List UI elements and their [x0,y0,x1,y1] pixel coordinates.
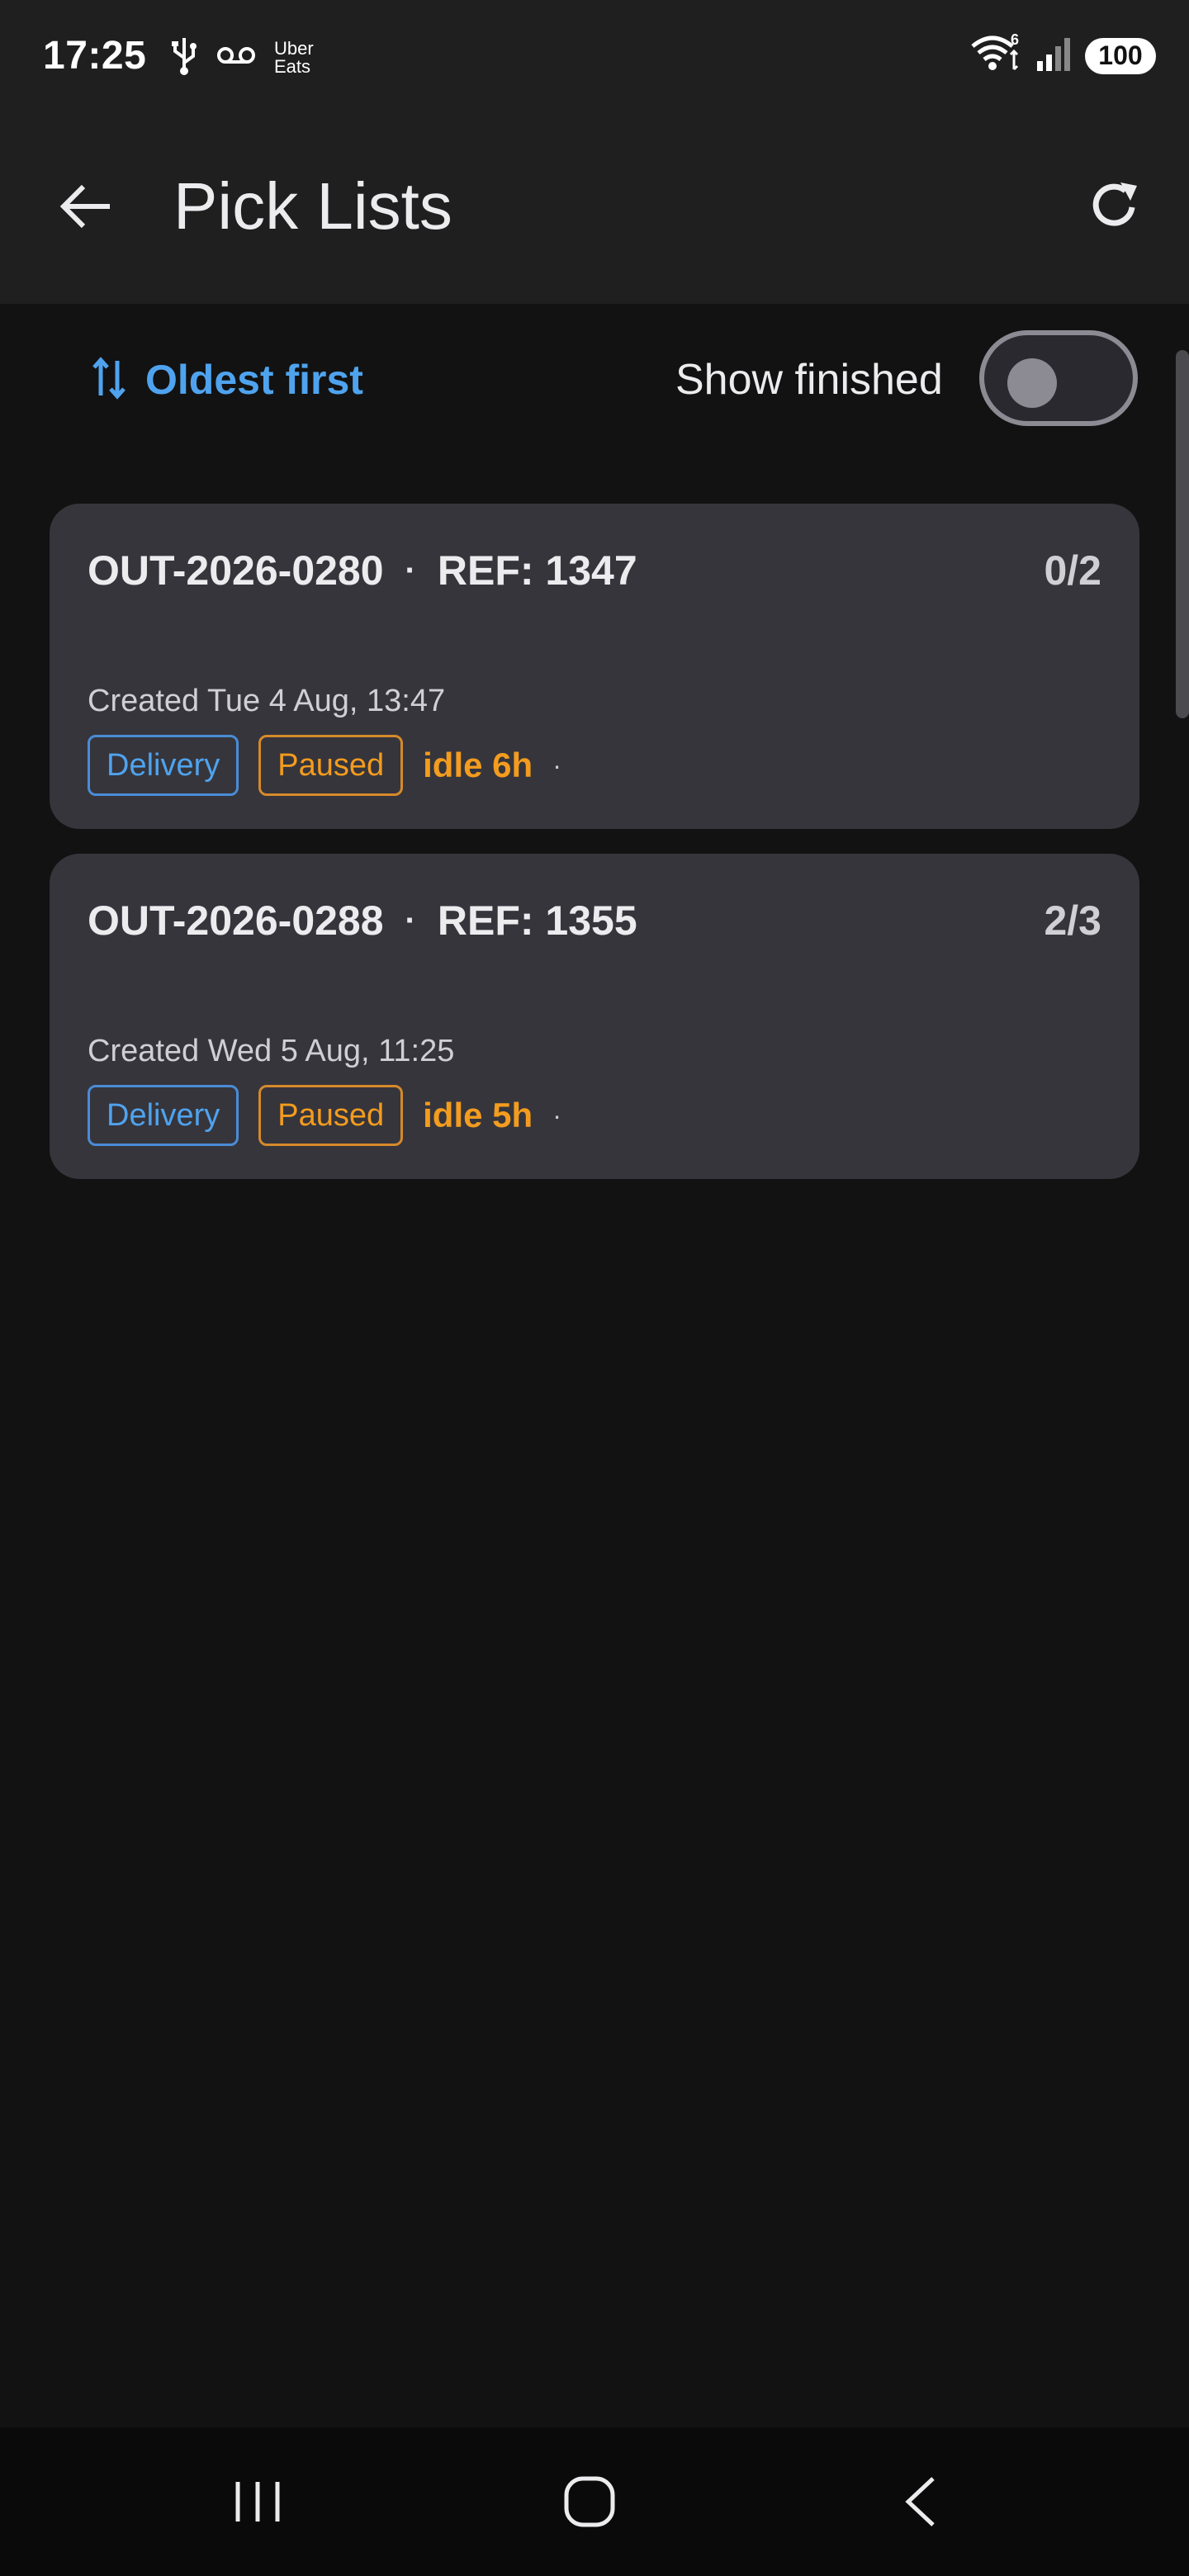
pick-list-card[interactable]: OUT-2026-0288 · REF: 1355 2/3 Created We… [50,854,1139,1179]
delivery-tag: Delivery [88,1085,239,1146]
refresh-button[interactable] [1073,167,1156,249]
idle-duration: idle 5h [423,1096,533,1134]
order-id: OUT-2026-0280 [88,547,384,594]
show-finished-toggle[interactable] [979,330,1138,426]
card-tags: Delivery Paused idle 5h · [88,1085,561,1146]
sort-label: Oldest first [145,357,363,403]
home-icon [561,2476,618,2533]
status-left-icons: Uber Eats [170,35,314,80]
card-title: OUT-2026-0280 · REF: 1347 [88,533,637,608]
status-bar: 17:25 Uber Eats 6 100 [0,0,1189,112]
back-button[interactable] [45,167,127,249]
order-id: OUT-2026-0288 [88,897,384,944]
page-title: Pick Lists [173,169,452,243]
paused-tag: Paused [258,735,404,796]
order-ref: REF: 1347 [437,547,637,594]
trailing-separator: · [552,1100,561,1130]
app-bar: Pick Lists [0,112,1189,304]
card-tags: Delivery Paused idle 6h · [88,735,561,796]
wifi-icon: 6 [969,31,1024,78]
idle-duration: idle 6h [423,746,533,784]
sort-oldest-first-button[interactable]: Oldest first [91,345,363,414]
trailing-separator: · [552,750,561,780]
pick-progress: 0/2 [1044,547,1101,594]
signal-icon [1035,35,1073,77]
refresh-icon [1087,179,1142,238]
chevron-left-icon [900,2477,941,2533]
system-back-button[interactable] [900,2474,941,2534]
created-timestamp: Created Tue 4 Aug, 13:47 [88,684,446,718]
recent-apps-icon [231,2482,284,2530]
title-separator: · [405,552,416,589]
delivery-tag: Delivery [88,735,239,796]
status-time: 17:25 [43,34,147,78]
card-title: OUT-2026-0288 · REF: 1355 [88,883,637,958]
arrow-left-icon [59,183,113,234]
voicemail-icon [216,43,256,72]
paused-tag: Paused [258,1085,404,1146]
swap-vertical-icon [91,356,127,405]
toggle-knob [1007,358,1057,408]
show-finished-label: Show finished [675,356,943,404]
title-separator: · [405,902,416,939]
uber-eats-notification-icon: Uber Eats [274,37,314,77]
created-timestamp: Created Wed 5 Aug, 11:25 [88,1034,455,1068]
usb-icon [170,35,198,80]
pick-list-card[interactable]: OUT-2026-0280 · REF: 1347 0/2 Created Tu… [50,504,1139,829]
system-navigation-bar [0,2427,1189,2576]
status-right-icons: 6 100 [969,31,1156,78]
order-ref: REF: 1355 [437,897,637,944]
home-button[interactable] [561,2474,618,2534]
svg-text:6: 6 [1011,33,1019,48]
recent-apps-button[interactable] [231,2477,284,2531]
pick-progress: 2/3 [1044,897,1101,944]
scrollbar-thumb[interactable] [1176,350,1189,718]
battery-icon: 100 [1085,37,1156,74]
